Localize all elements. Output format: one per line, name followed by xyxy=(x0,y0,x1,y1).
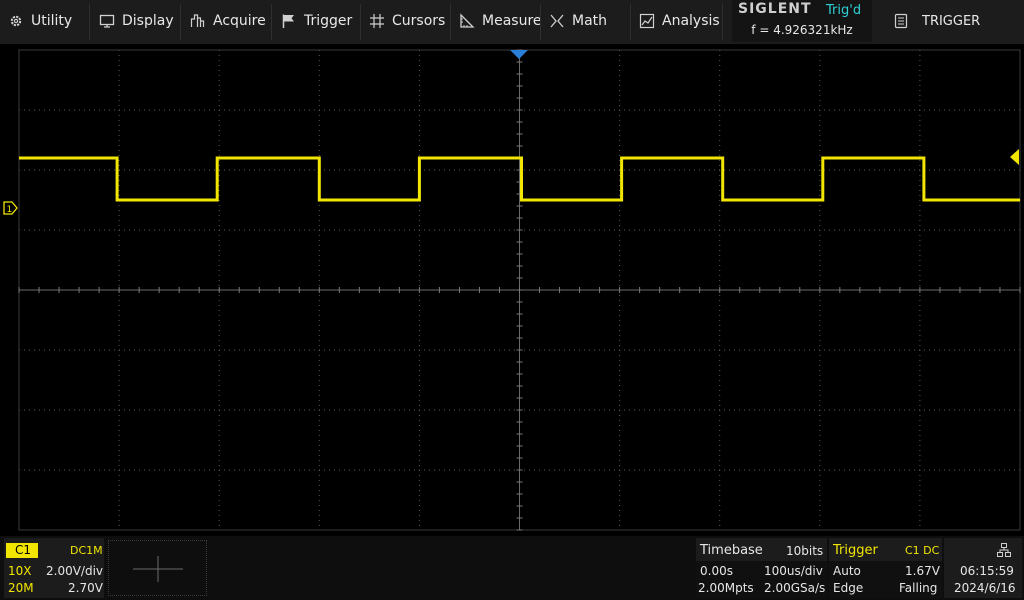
status-bar: C1 DC1M 10X 2.00V/div 20M 2.70V Timebase… xyxy=(0,536,1024,600)
trigger-source: C1 DC xyxy=(905,544,940,557)
channel1-offset: 2.70V xyxy=(68,581,103,595)
trigger-level: 1.67V xyxy=(905,564,940,578)
menu-acquire[interactable]: Acquire xyxy=(190,0,266,42)
trigger-title: Trigger xyxy=(833,543,878,558)
channel1-label: C1 xyxy=(15,543,32,557)
network-icon xyxy=(997,542,1011,557)
menu-analysis-label: Analysis xyxy=(662,13,720,29)
math-icon xyxy=(549,13,565,29)
menu-analysis[interactable]: Analysis xyxy=(639,0,720,42)
gear-icon xyxy=(8,13,24,29)
menu-divider xyxy=(271,4,272,40)
cursors-icon xyxy=(369,13,385,29)
menu-utility-label: Utility xyxy=(31,13,73,29)
flag-icon xyxy=(281,13,297,29)
trigger-menu-label: TRIGGER xyxy=(922,13,981,29)
channel1-badge: C1 xyxy=(6,543,38,558)
channel1-scale: 2.00V/div xyxy=(46,564,104,578)
menu-cursors-label: Cursors xyxy=(392,13,446,29)
trigger-status: Trig'd xyxy=(826,3,862,18)
menu-divider xyxy=(630,4,631,40)
menu-math[interactable]: Math xyxy=(549,0,607,42)
timebase-title: Timebase xyxy=(700,543,763,558)
timebase-sample-rate: 2.00GSa/s xyxy=(764,581,826,595)
timebase-panel[interactable]: Timebase 10bits 0.00s 100us/div 2.00Mpts… xyxy=(696,538,827,598)
clock-date: 2024/6/16 xyxy=(954,581,1016,595)
menu-cursors[interactable]: Cursors xyxy=(369,0,445,42)
analysis-icon xyxy=(639,13,655,29)
add-channel-slot[interactable] xyxy=(108,540,207,596)
menu-divider xyxy=(360,4,361,40)
channel1-coupling: DC1M xyxy=(70,544,103,557)
menu-display[interactable]: Display xyxy=(99,0,174,42)
menu-bar: Utility Display Acquire Trigger Cursors … xyxy=(0,0,1024,44)
channel1-probe: 10X xyxy=(8,564,32,578)
clock-panel[interactable]: 06:15:59 2024/6/16 xyxy=(944,538,1022,598)
trigger-type: Edge xyxy=(833,581,864,595)
status-panel: SIGLENT Trig'd f = 4.926321kHz xyxy=(732,0,872,42)
menu-divider xyxy=(540,4,541,40)
channel1-bandwidth: 20M xyxy=(8,581,34,595)
clock-time: 06:15:59 xyxy=(960,564,1014,578)
monitor-icon xyxy=(99,13,115,29)
menu-acquire-label: Acquire xyxy=(213,13,266,29)
menu-divider xyxy=(722,4,723,40)
graticule: 1 xyxy=(3,49,1021,531)
menu-divider xyxy=(450,4,451,40)
plus-icon xyxy=(133,556,183,582)
menu-utility[interactable]: Utility xyxy=(8,0,72,42)
trigger-slope: Falling xyxy=(899,581,938,595)
waveform-display[interactable]: 1 xyxy=(0,44,1024,534)
channel1-offset-marker[interactable]: 1 xyxy=(3,201,18,215)
trigger-mode: Auto xyxy=(833,564,861,578)
timebase-bits: 10bits xyxy=(786,544,824,558)
timebase-scale: 100us/div xyxy=(764,564,823,578)
document-icon xyxy=(894,13,908,29)
menu-trigger-label: Trigger xyxy=(304,13,353,29)
brand-logo: SIGLENT xyxy=(738,1,812,17)
trigger-level-marker[interactable] xyxy=(1010,149,1019,165)
trigger-position-marker[interactable] xyxy=(510,50,528,59)
trigger-panel[interactable]: Trigger C1 DC Auto 1.67V Edge Falling xyxy=(829,538,942,598)
menu-measure-label: Measure xyxy=(482,13,542,29)
channel1-offset-label: 1 xyxy=(7,205,13,215)
trigger-menu-button[interactable]: TRIGGER xyxy=(880,0,1024,42)
timebase-delay: 0.00s xyxy=(700,564,733,578)
frequency-readout: f = 4.926321kHz xyxy=(751,23,853,37)
ruler-icon xyxy=(459,13,475,29)
timebase-memory: 2.00Mpts xyxy=(698,581,754,595)
menu-divider xyxy=(89,4,90,40)
menu-measure[interactable]: Measure xyxy=(459,0,542,42)
menu-trigger[interactable]: Trigger xyxy=(281,0,352,42)
menu-math-label: Math xyxy=(572,13,608,29)
channel1-panel[interactable]: C1 DC1M 10X 2.00V/div 20M 2.70V xyxy=(4,538,104,598)
acquire-icon xyxy=(190,13,206,29)
menu-display-label: Display xyxy=(122,13,174,29)
menu-divider xyxy=(180,4,181,40)
